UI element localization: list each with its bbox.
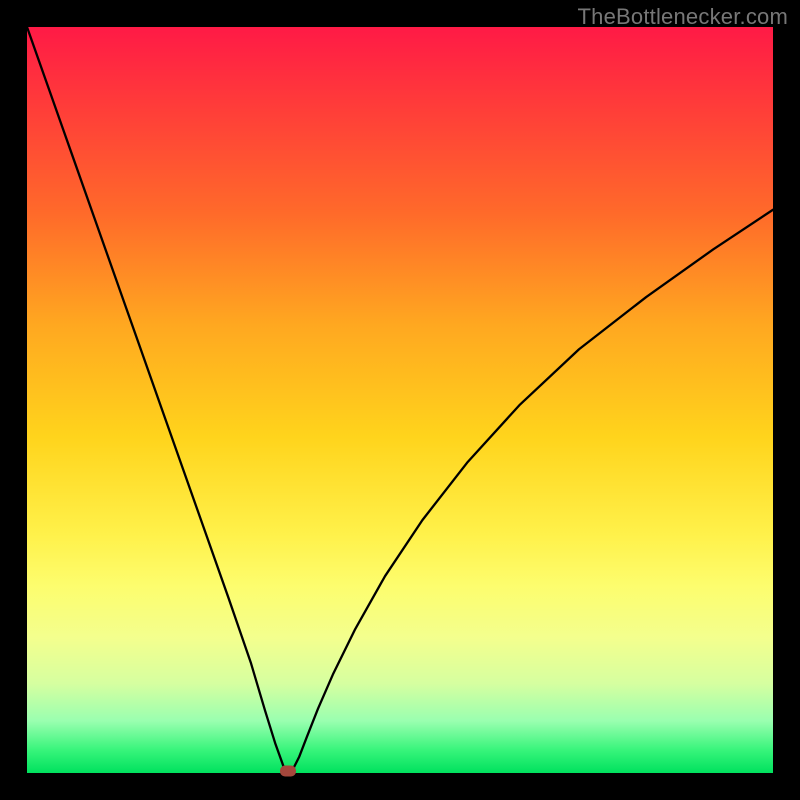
minimum-point-marker xyxy=(280,766,296,777)
bottleneck-curve xyxy=(27,27,773,773)
plot-area xyxy=(27,27,773,773)
chart-frame: TheBottlenecker.com xyxy=(0,0,800,800)
watermark-text: TheBottlenecker.com xyxy=(578,4,788,30)
